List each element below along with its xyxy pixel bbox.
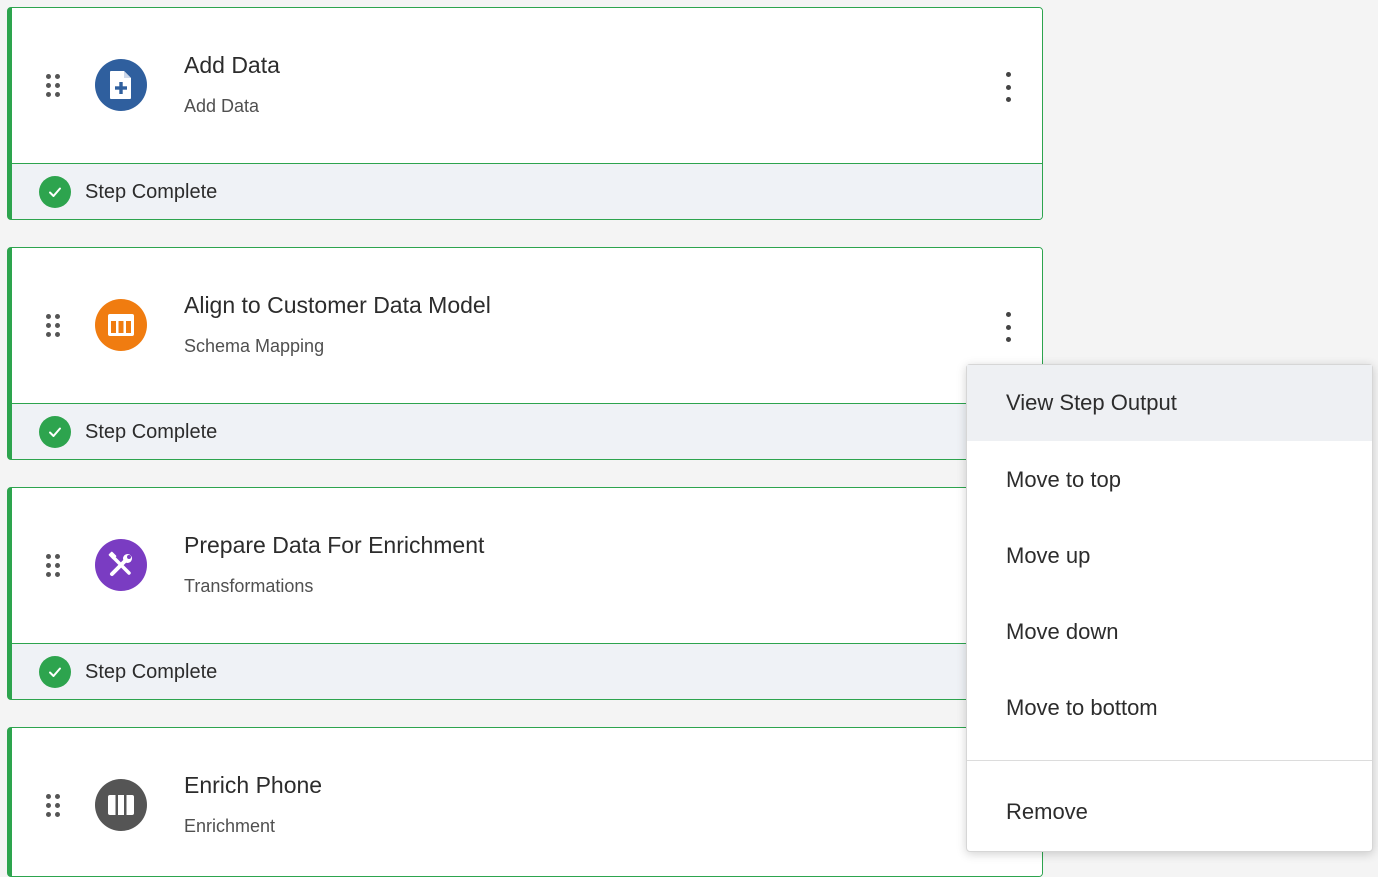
menu-item-move-to-bottom[interactable]: Move to bottom	[967, 670, 1372, 746]
step-subtitle: Schema Mapping	[184, 336, 325, 356]
step-card-align-customer-data-model[interactable]: Align to Customer Data Model Schema Mapp…	[7, 247, 1043, 460]
more-options-icon[interactable]	[1002, 72, 1014, 102]
step-context-menu: View Step Output Move to top Move up Mov…	[966, 364, 1373, 852]
check-circle-icon	[39, 656, 71, 688]
step-status-bar: Step Complete	[12, 404, 1042, 459]
drag-handle-icon[interactable]	[46, 794, 66, 822]
step-card-enrich-phone[interactable]: Enrich Phone Enrichment	[7, 727, 1043, 877]
drag-handle-icon[interactable]	[46, 554, 66, 582]
more-options-icon[interactable]	[1002, 312, 1014, 342]
menu-item-view-step-output[interactable]: View Step Output	[967, 365, 1372, 441]
drag-handle-icon[interactable]	[46, 74, 66, 102]
menu-item-move-up[interactable]: Move up	[967, 518, 1372, 594]
step-title: Enrich Phone	[184, 772, 323, 798]
step-card-body[interactable]: Enrich Phone Enrichment	[12, 728, 1042, 876]
step-subtitle: Enrichment	[184, 816, 276, 836]
columns-icon	[95, 779, 147, 831]
step-status-text: Step Complete	[85, 661, 218, 683]
menu-divider	[967, 760, 1372, 761]
file-plus-icon	[95, 59, 147, 111]
menu-item-move-down[interactable]: Move down	[967, 594, 1372, 670]
drag-handle-icon[interactable]	[46, 314, 66, 342]
step-title: Add Data	[184, 52, 280, 78]
step-card-add-data[interactable]: Add Data Add Data Step Complete	[7, 7, 1043, 220]
menu-item-remove[interactable]: Remove	[967, 774, 1372, 850]
menu-item-move-to-top[interactable]: Move to top	[967, 442, 1372, 518]
check-circle-icon	[39, 416, 71, 448]
check-circle-icon	[39, 176, 71, 208]
tools-icon	[95, 539, 147, 591]
step-subtitle: Transformations	[184, 576, 314, 596]
step-card-body[interactable]: Add Data Add Data	[12, 8, 1042, 164]
step-status-bar: Step Complete	[12, 644, 1042, 699]
step-title: Prepare Data For Enrichment	[184, 532, 485, 558]
table-icon	[95, 299, 147, 351]
step-card-prepare-data[interactable]: Prepare Data For Enrichment Transformati…	[7, 487, 1043, 700]
step-card-body[interactable]: Align to Customer Data Model Schema Mapp…	[12, 248, 1042, 404]
step-status-bar: Step Complete	[12, 164, 1042, 219]
step-subtitle: Add Data	[184, 96, 260, 116]
step-title: Align to Customer Data Model	[184, 292, 491, 318]
step-card-body[interactable]: Prepare Data For Enrichment Transformati…	[12, 488, 1042, 644]
step-status-text: Step Complete	[85, 421, 218, 443]
step-status-text: Step Complete	[85, 181, 218, 203]
